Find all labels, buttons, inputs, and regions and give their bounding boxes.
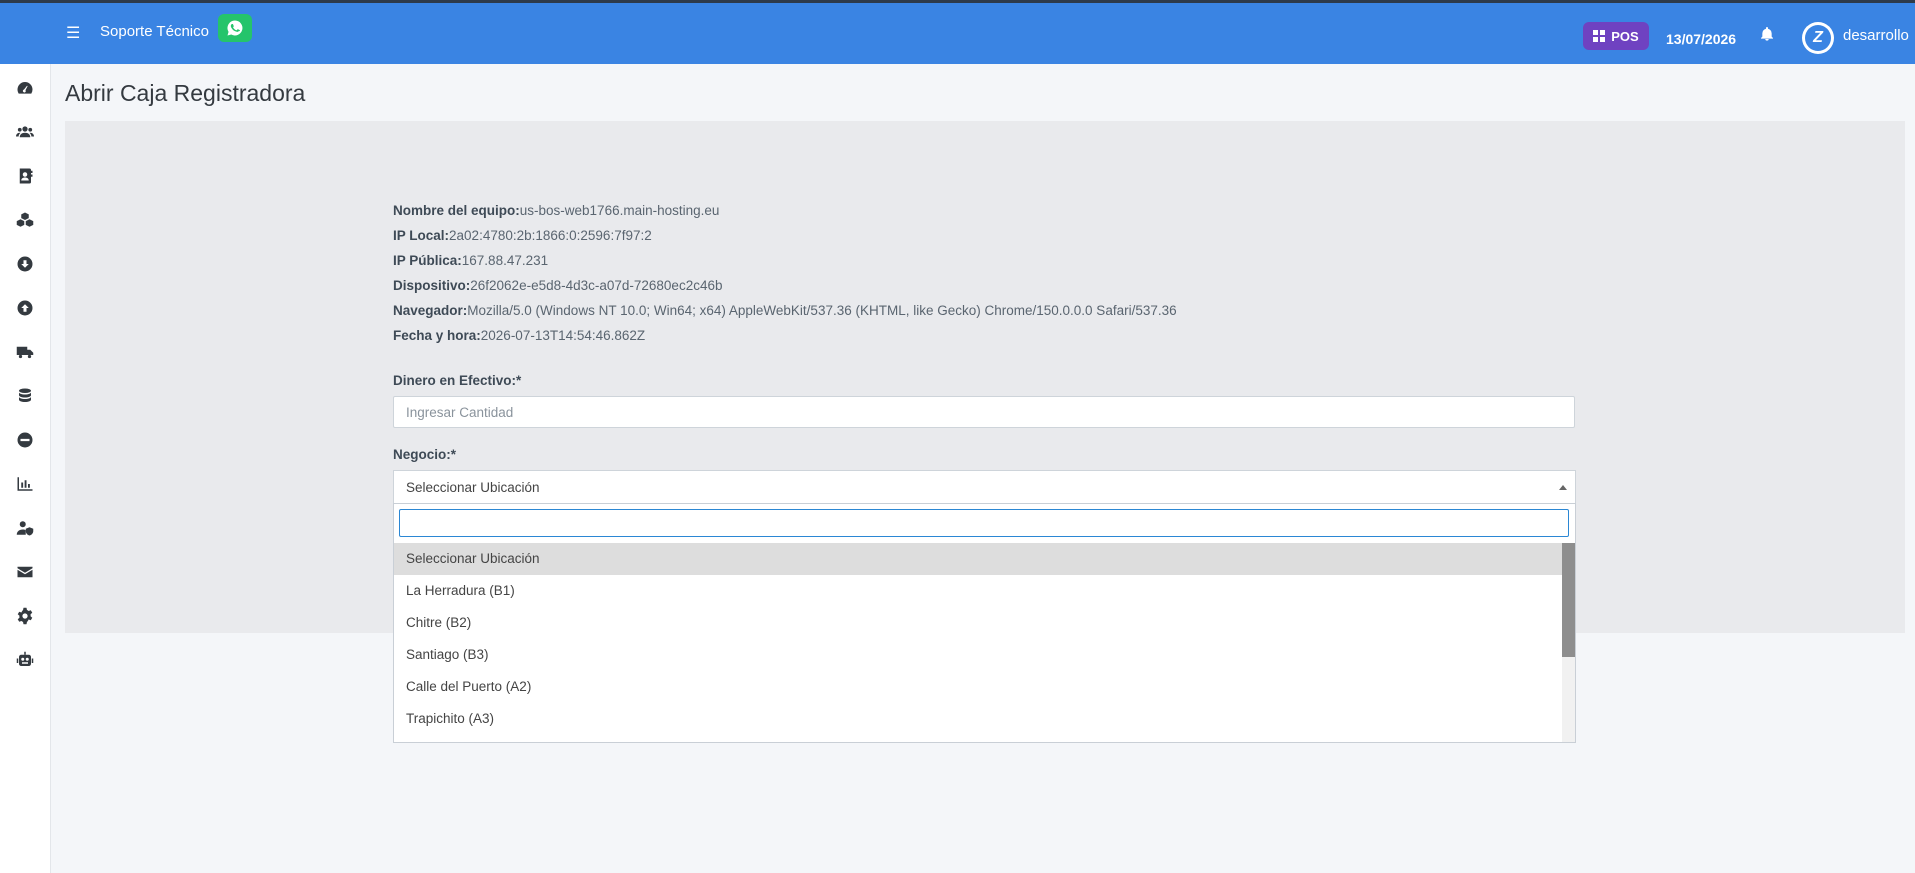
menu-toggle-icon[interactable]: ☰ [66, 23, 80, 43]
pos-label: POS [1611, 28, 1639, 44]
info-label: Nombre del equipo: [393, 203, 520, 218]
info-value: 26f2062e-e5d8-4d3c-a07d-72680ec2c46b [470, 278, 723, 293]
business-select-value: Seleccionar Ubicación [406, 480, 540, 495]
minus-circle-icon[interactable] [13, 428, 37, 452]
dropdown-option[interactable]: La Herradura (B1) [394, 575, 1562, 607]
download-icon[interactable] [13, 252, 37, 276]
dropdown-option[interactable]: Calle del Puerto (A2) [394, 671, 1562, 703]
sidebar [0, 3, 51, 873]
current-date: 13/07/2026 [1666, 31, 1737, 47]
info-equipo: Nombre del equipo:us-bos-web1766.main-ho… [393, 203, 719, 218]
dropdown-list: Seleccionar Ubicación La Herradura (B1) … [394, 543, 1562, 735]
dropdown-option[interactable]: Santiago (B3) [394, 639, 1562, 671]
sidebar-brand [0, 3, 50, 64]
info-value: us-bos-web1766.main-hosting.eu [519, 203, 720, 218]
upload-icon[interactable] [13, 296, 37, 320]
cash-input[interactable] [393, 396, 1575, 428]
business-select[interactable]: Seleccionar Ubicación [393, 470, 1576, 503]
pos-button[interactable]: POS [1583, 22, 1649, 50]
cash-label: Dinero en Efectivo:* [393, 373, 522, 388]
info-value: Mozilla/5.0 (Windows NT 10.0; Win64; x64… [467, 303, 1177, 318]
truck-icon[interactable] [13, 340, 37, 364]
products-icon[interactable] [13, 208, 37, 232]
info-navegador: Navegador:Mozilla/5.0 (Windows NT 10.0; … [393, 303, 1177, 318]
business-dropdown: Seleccionar Ubicación La Herradura (B1) … [393, 503, 1576, 743]
info-value: 2a02:4780:2b:1866:0:2596:7f97:2 [449, 228, 652, 243]
users-icon[interactable] [13, 120, 37, 144]
whatsapp-icon [227, 20, 243, 36]
dropdown-scrollbar-thumb[interactable] [1562, 543, 1575, 657]
support-label[interactable]: Soporte Técnico [100, 23, 209, 40]
dropdown-option[interactable]: Seleccionar Ubicación [394, 543, 1562, 575]
database-icon[interactable] [13, 384, 37, 408]
robot-icon[interactable] [13, 648, 37, 672]
page-title: Abrir Caja Registradora [65, 80, 306, 106]
info-ip-publica: IP Pública:167.88.47.231 [393, 253, 548, 268]
dashboard-icon[interactable] [13, 76, 37, 100]
info-label: Navegador: [393, 303, 468, 318]
username[interactable]: desarrollo [1843, 27, 1909, 44]
dropdown-search-input[interactable] [399, 509, 1569, 537]
chart-icon[interactable] [13, 472, 37, 496]
info-ip-local: IP Local:2a02:4780:2b:1866:0:2596:7f97:2 [393, 228, 652, 243]
info-value: 2026-07-13T14:54:46.862Z [480, 328, 646, 343]
avatar[interactable]: Z [1802, 22, 1834, 54]
info-label: IP Pública: [393, 253, 462, 268]
gear-icon[interactable] [13, 604, 37, 628]
info-dispositivo: Dispositivo:26f2062e-e5d8-4d3c-a07d-7268… [393, 278, 722, 293]
info-fecha: Fecha y hora:2026-07-13T14:54:46.862Z [393, 328, 645, 343]
logo-icon: Z [1805, 25, 1831, 51]
envelope-icon[interactable] [13, 560, 37, 584]
contacts-icon[interactable] [13, 164, 37, 188]
topbar: ☰ Soporte Técnico POS 13/07/2026 Z desar… [50, 3, 1915, 64]
info-label: Dispositivo: [393, 278, 471, 293]
bell-icon[interactable] [1759, 26, 1777, 44]
dropdown-option[interactable]: Chitre (B2) [394, 607, 1562, 639]
info-label: Fecha y hora: [393, 328, 481, 343]
user-shield-icon[interactable] [13, 516, 37, 540]
whatsapp-button[interactable] [218, 14, 252, 42]
business-label: Negocio:* [393, 447, 457, 462]
info-label: IP Local: [393, 228, 450, 243]
dropdown-option[interactable]: Trapichito (A3) [394, 703, 1562, 735]
info-value: 167.88.47.231 [461, 253, 549, 268]
chevron-up-icon [1559, 485, 1567, 490]
grid-icon [1593, 30, 1606, 42]
